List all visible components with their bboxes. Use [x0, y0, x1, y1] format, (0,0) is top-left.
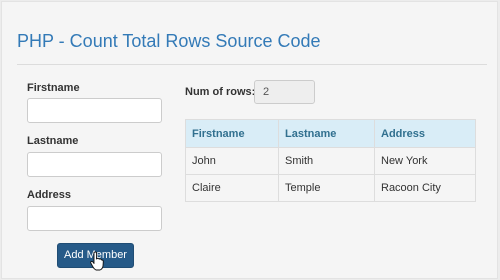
main-panel: PHP - Count Total Rows Source Code First…: [1, 1, 498, 279]
num-rows-label: Num of rows:: [185, 86, 256, 98]
firstname-input[interactable]: [27, 98, 162, 123]
hand-pointer-icon: [90, 251, 104, 271]
members-table: Firstname Lastname Address John Smith Ne…: [185, 119, 476, 202]
table-row: Claire Temple Racoon City: [185, 174, 476, 202]
address-label: Address: [27, 189, 72, 201]
cell-address: New York: [374, 147, 476, 175]
lastname-input[interactable]: [27, 152, 162, 177]
cell-firstname: John: [185, 147, 279, 175]
header-divider: [17, 64, 487, 65]
address-input[interactable]: [27, 206, 162, 231]
page-title: PHP - Count Total Rows Source Code: [17, 31, 321, 51]
cell-address: Racoon City: [374, 174, 476, 202]
lastname-label: Lastname: [27, 135, 79, 147]
cell-lastname: Smith: [278, 147, 375, 175]
cell-firstname: Claire: [185, 174, 279, 202]
table-row: John Smith New York: [185, 147, 476, 175]
num-rows-field: [254, 80, 315, 104]
table-header-row: Firstname Lastname Address: [185, 119, 476, 148]
cell-lastname: Temple: [278, 174, 375, 202]
column-header-firstname: Firstname: [185, 119, 279, 148]
firstname-label: Firstname: [27, 82, 80, 94]
column-header-address: Address: [374, 119, 476, 148]
column-header-lastname: Lastname: [278, 119, 375, 148]
